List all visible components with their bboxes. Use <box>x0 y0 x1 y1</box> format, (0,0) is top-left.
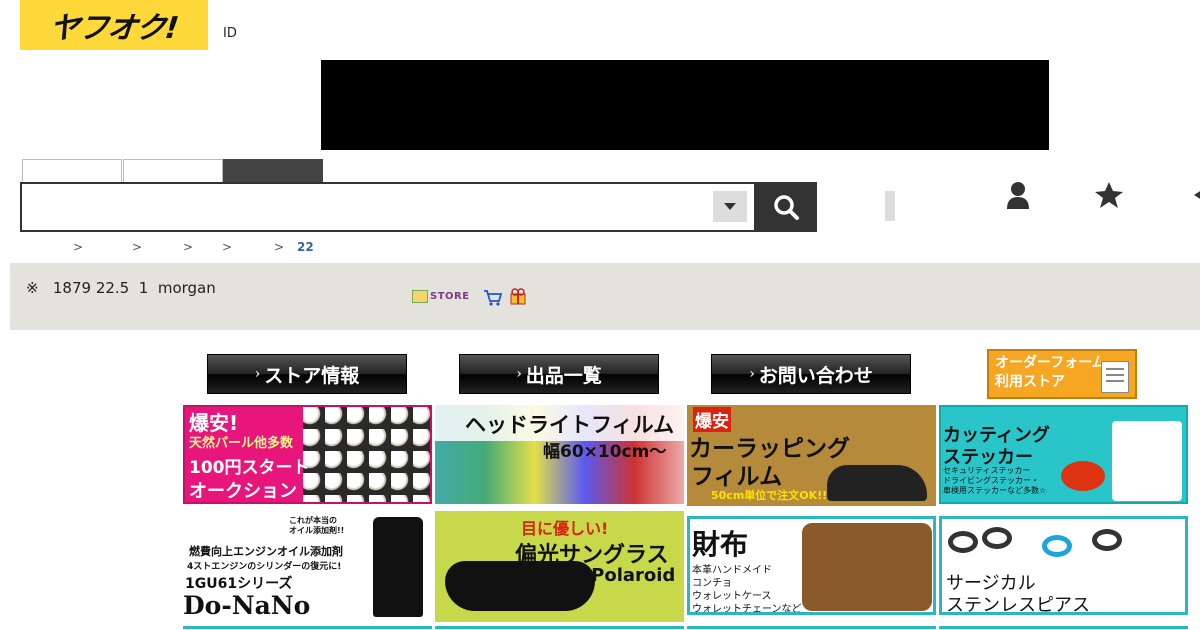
banner-row3-3[interactable] <box>687 626 936 630</box>
headlight-l2: 幅60×10cm〜 <box>543 442 667 462</box>
breadcrumb-sep: > <box>132 240 143 254</box>
wallet-image <box>802 523 932 611</box>
sticker-l5: 車検用ステッカーなど多数☆ <box>943 486 1047 495</box>
ring-image <box>1042 535 1072 557</box>
oil-l6: Do-NaNo <box>183 591 311 620</box>
user-icon[interactable] <box>1003 180 1033 210</box>
piercing-l2: ステンレスピアス <box>946 595 1090 615</box>
gift-icon[interactable] <box>509 287 527 305</box>
lips-image <box>1061 461 1105 491</box>
sunglass-l3: ❖Polaroid <box>575 565 676 586</box>
oil-l5: 1GU61シリーズ <box>185 576 293 592</box>
breadcrumb-sep: > <box>73 240 84 254</box>
search-tab-3-active[interactable] <box>223 159 323 183</box>
banner-row3-1[interactable] <box>183 626 432 630</box>
wrap-l4: 50cm単位で注文OK!! <box>711 489 828 502</box>
cutting-sticker-banner[interactable]: カッティング ステッカー セキュリティステッカー ドライビングステッカー・ 車検… <box>939 405 1188 504</box>
document-icon <box>1101 361 1129 393</box>
search-button[interactable] <box>755 182 817 232</box>
contact-button[interactable]: お問い合わせ <box>711 354 911 394</box>
store-badge-label: STORE <box>430 291 470 302</box>
store-badge-icon <box>412 290 428 303</box>
breadcrumb-current[interactable]: 22 <box>297 240 314 254</box>
yahuoku-logo[interactable]: ヤフオク! <box>20 0 208 50</box>
order-form-button[interactable]: オーダーフォーム 利用ストア <box>987 349 1137 399</box>
store-icon[interactable]: STORE <box>412 290 470 303</box>
ring-image <box>948 531 978 553</box>
sunglass-l1: 目に優しい! <box>521 519 609 538</box>
ring-image <box>1092 529 1122 551</box>
engine-oil-additive-banner[interactable]: これが本当の オイル添加剤!! 燃費向上エンジンオイル添加剤 4ストエンジンのシ… <box>183 511 432 622</box>
wallet-l1: 財布 <box>692 528 749 561</box>
store-summary-text: ※ 1879 22.5 1 morgan <box>26 279 216 297</box>
car-image <box>827 465 927 501</box>
oil-l2: オイル添加剤!! <box>289 526 345 535</box>
headlight-film-banner[interactable]: ヘッドライトフィルム 幅60×10cm〜 <box>435 405 684 504</box>
search-tab-2[interactable] <box>123 159 223 183</box>
search-icon <box>774 195 799 220</box>
arrow-left-icon[interactable] <box>1186 180 1200 210</box>
ring-image <box>982 527 1012 549</box>
wrap-l3: フィルム <box>691 464 783 490</box>
ad-banner[interactable] <box>321 60 1049 150</box>
breadcrumb-sep: > <box>274 240 285 254</box>
oil-bottle-image <box>373 517 423 617</box>
header-divider <box>885 191 895 221</box>
leather-wallet-banner[interactable]: 財布 本革ハンドメイド コンチョ ウォレットケース ウォレットチェーンなど <box>687 516 936 615</box>
surgical-piercing-banner[interactable]: サージカル ステンレスピアス <box>939 516 1188 615</box>
banner-row3-2[interactable] <box>435 626 684 630</box>
headlight-l1: ヘッドライトフィルム <box>465 413 675 437</box>
logo-text: ヤフオク! <box>47 11 180 46</box>
id-label[interactable]: ID <box>223 26 237 41</box>
pearl-auction-banner[interactable]: 爆安! 天然パール他多数 100円スタート オークション <box>183 405 432 504</box>
oil-l3: 燃費向上エンジンオイル添加剤 <box>189 545 343 558</box>
che-face-image <box>1112 421 1182 501</box>
search-tab-1[interactable] <box>22 159 122 183</box>
wallet-l5: ウォレットチェーンなど <box>692 604 802 615</box>
dropdown-arrow-icon[interactable] <box>713 191 747 222</box>
pearl-l4: オークション <box>189 481 297 502</box>
pearl-image <box>303 407 430 502</box>
cart-icon[interactable] <box>483 289 503 307</box>
breadcrumb-sep: > <box>183 240 194 254</box>
oil-l4: 4ストエンジンのシリンダーの復元に! <box>187 562 342 572</box>
polarized-sunglasses-banner[interactable]: 目に優しい! 偏光サングラス ❖Polaroid <box>435 511 684 622</box>
pearl-l2: 天然パール他多数 <box>189 436 294 451</box>
breadcrumb-sep: > <box>222 240 233 254</box>
listing-button[interactable]: 出品一覧 <box>459 354 659 394</box>
car-wrapping-banner[interactable]: 爆安 カーラッピング フィルム 50cm単位で注文OK!! <box>687 405 936 506</box>
banner-row3-4[interactable] <box>939 626 1188 630</box>
store-info-button[interactable]: ストア情報 <box>207 354 407 394</box>
search-input[interactable] <box>20 182 756 232</box>
pearl-l3: 100円スタート <box>189 458 310 478</box>
star-icon[interactable] <box>1094 180 1124 210</box>
